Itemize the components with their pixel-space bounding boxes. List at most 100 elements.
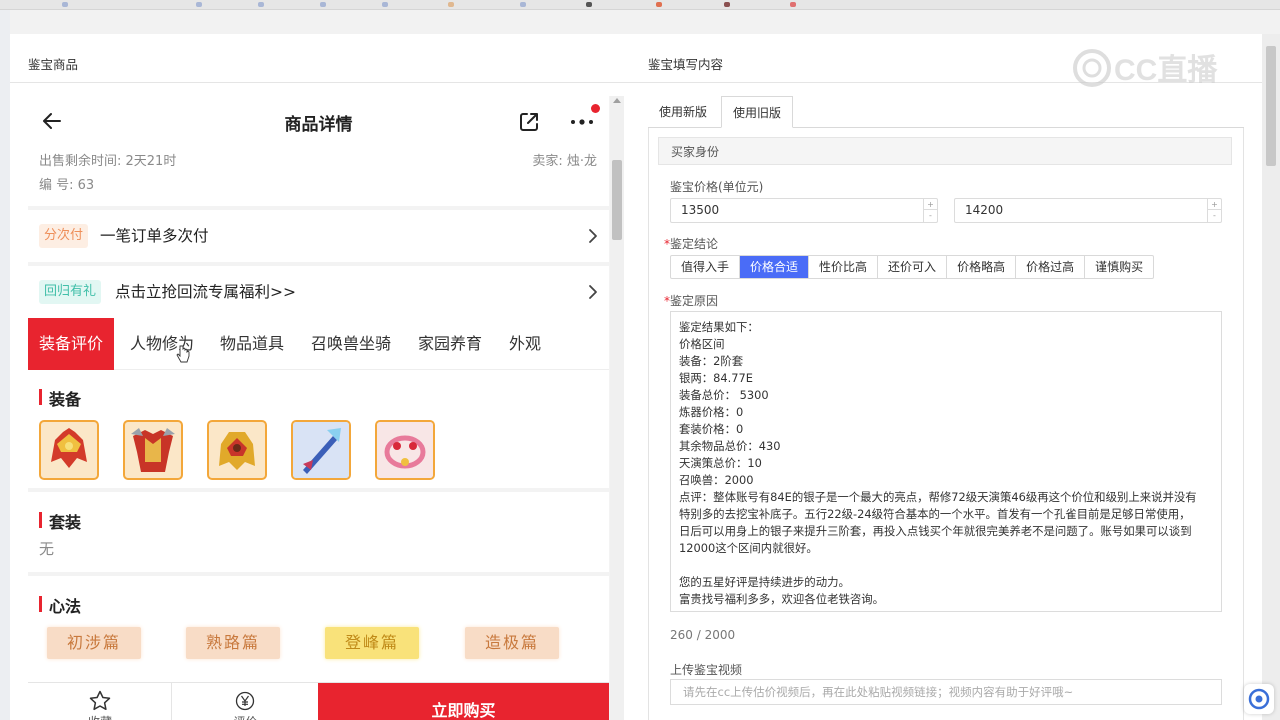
page-scroll-thumb[interactable] [1266,46,1276,166]
price-min-input[interactable]: 13500 + - [670,198,938,223]
price-max-stepper[interactable]: + - [1207,199,1221,222]
equipment-heading: 装备 [39,386,81,410]
conclusion-label: *鉴定结论 [664,237,719,251]
right-panel-title: 鉴宝填写内容 [648,57,724,72]
category-tabs: 装备评价 人物修为 物品道具 召唤兽坐骑 家园养育 外观 [28,318,609,370]
phone-preview: 商品详情 出售剩余时间: 2天21时 卖家: 烛·龙 编 号: 63 分次付 一… [28,96,624,720]
favorite-button[interactable]: 收藏 [28,683,172,720]
price-max-value: 14200 [965,203,1004,217]
mouse-cursor-icon [176,345,190,363]
reason-line: 价格区间 [679,337,725,351]
left-edge [0,10,10,720]
reason-line: 天演策总价：10 [679,456,762,470]
notification-dot [591,104,600,113]
reason-line: 其余物品总价：430 [679,439,781,453]
equipment-helmet-icon[interactable] [39,420,99,480]
tab-summons-mounts[interactable]: 召唤兽坐骑 [311,318,391,370]
price-max-input[interactable]: 14200 + - [954,198,1222,223]
assistant-icon [1248,688,1270,710]
reason-line: 套装价格：0 [679,422,744,436]
more-icon[interactable] [568,114,596,130]
reason-line: 点评：整体账号有84E的银子是一个最大的亮点，帮修72级天演策46级再这个价位和… [679,490,1197,504]
installment-row[interactable]: 分次付 一笔订单多次付 [28,210,609,262]
evaluate-button[interactable]: 评价 [173,683,318,720]
char-counter: 260 / 2000 [670,628,736,642]
reason-line: 富贵找号福利多多，欢迎各位老铁咨询。 [679,592,885,606]
tab-appearance[interactable]: 外观 [509,318,541,370]
xinfa-heading: 心法 [39,593,81,617]
watermark-text: CC直播 [1114,54,1218,87]
xinfa-item-active[interactable]: 登峰篇 [325,627,419,659]
conclusion-option[interactable]: 性价比高 [809,256,879,278]
bookmark-icon[interactable] [520,2,526,7]
suit-heading: 套装 [39,509,81,533]
return-benefit-text: 点击立抢回流专属福利>> [115,283,296,301]
scroll-up-arrow-icon[interactable] [613,98,621,103]
tab-equipment-eval[interactable]: 装备评价 [28,318,115,370]
bookmark-icon[interactable] [320,2,326,7]
reason-line: 12000这个区间内就很好。 [679,541,818,555]
reason-line: 装备总价： 5300 [679,388,769,402]
phone-header: 商品详情 [28,96,609,148]
price-min-stepper[interactable]: + - [923,199,937,222]
share-icon[interactable] [517,110,541,134]
conclusion-option[interactable]: 价格略高 [947,256,1017,278]
tab-items[interactable]: 物品道具 [220,318,284,370]
floating-assistant-button[interactable] [1244,684,1274,714]
equipment-accessory-icon[interactable] [375,420,435,480]
chevron-right-icon [589,229,597,243]
browser-bookmarks-bar [0,0,1280,10]
conclusion-option-selected[interactable]: 价格合适 [740,256,810,278]
reason-textarea[interactable]: 鉴定结果如下： 价格区间 装备：2阶套 银两：84.77E 装备总价： 5300… [670,311,1222,612]
watermark-logo: CC直播 [1070,44,1250,92]
buy-now-button[interactable]: 立即购买 [318,683,609,720]
equipment-headgear-icon[interactable] [207,420,267,480]
favorite-label: 收藏 [28,713,172,720]
right-panel: 鉴宝填写内容 使用新版 使用旧版 买家身份 鉴宝价格(单位元) 13500 + -… [632,34,1262,720]
left-panel-title: 鉴宝商品 [28,57,79,72]
reason-line: 召唤兽：2000 [679,473,754,487]
bookmark-icon[interactable] [382,2,388,7]
sale-info-card: 出售剩余时间: 2天21时 卖家: 烛·龙 编 号: 63 [28,148,609,206]
reason-line: 装备：2阶套 [679,354,744,368]
conclusion-option[interactable]: 还价可入 [878,256,948,278]
serial-number: 编 号: 63 [39,178,95,193]
phone-scroll-thumb[interactable] [612,160,622,240]
divider [10,82,632,83]
conclusion-option[interactable]: 价格过高 [1016,256,1086,278]
suit-card: 套装 [28,492,609,572]
bookmark-icon[interactable] [724,2,730,7]
reason-label: *鉴定原因 [664,294,719,308]
reason-line: 特别多的去挖宝补底子。五行22级-24级符合基本的一个水平。首发有一个孔雀目前是… [679,507,1191,521]
return-benefit-tag: 回归有礼 [39,280,102,304]
equipment-weapon-icon[interactable] [291,420,351,480]
bookmark-icon[interactable] [448,2,454,7]
bookmark-icon[interactable] [790,2,796,7]
video-link-input[interactable]: 请先在cc上传估价视频后，再在此处粘贴视频链接；视频内容有助于好评哦~ [670,679,1222,705]
bookmark-icon[interactable] [196,2,202,7]
conclusion-option[interactable]: 谨慎购买 [1085,256,1153,278]
return-benefit-row[interactable]: 回归有礼 点击立抢回流专属福利>> [28,266,609,318]
tab-old-version[interactable]: 使用旧版 [721,96,794,128]
bottom-action-bar: 收藏 评价 立即购买 [28,682,609,720]
bookmark-icon[interactable] [62,2,68,7]
tab-new-version[interactable]: 使用新版 [648,96,718,128]
xinfa-item[interactable]: 初涉篇 [47,627,141,659]
bookmark-icon[interactable] [656,2,662,7]
xinfa-item[interactable]: 熟路篇 [186,627,280,659]
evaluate-label: 评价 [173,713,318,720]
installment-tag: 分次付 [39,224,89,248]
price-label: 鉴宝价格(单位元) [670,180,764,194]
tab-home[interactable]: 家园养育 [418,318,482,370]
reason-line: 鉴定结果如下： [679,320,759,334]
conclusion-option[interactable]: 值得入手 [671,256,741,278]
equipment-armor-icon[interactable] [123,420,183,480]
video-label: 上传鉴宝视频 [670,663,743,677]
conclusion-button-group: 值得入手 价格合适 性价比高 还价可入 价格略高 价格过高 谨慎购买 [670,255,1155,279]
reason-line [679,557,1214,574]
seller-name: 卖家: 烛·龙 [532,154,597,169]
xinfa-item[interactable]: 造极篇 [465,627,559,659]
price-min-value: 13500 [681,203,720,217]
bookmark-icon[interactable] [258,2,264,7]
bookmark-icon[interactable] [586,2,592,7]
